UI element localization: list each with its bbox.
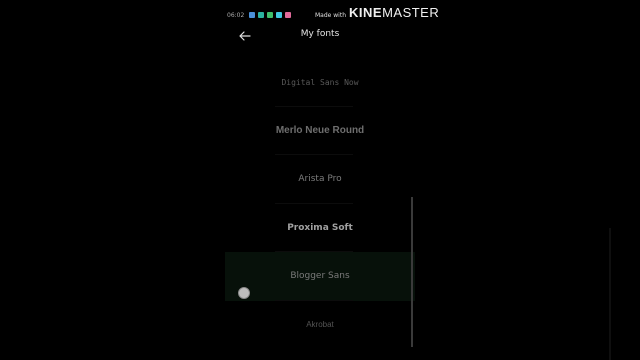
- notif-green-icon: [267, 12, 274, 18]
- notif-pink-icon: [285, 12, 292, 18]
- font-item-label: Akrobat: [306, 320, 334, 330]
- notif-blue-icon: [249, 12, 256, 18]
- notif-teal-icon: [258, 12, 265, 18]
- font-item-arista-pro[interactable]: Arista Pro: [225, 155, 415, 204]
- font-item-digital-sans-now[interactable]: Digital Sans Now: [225, 58, 415, 107]
- page-title: My fonts: [300, 29, 340, 39]
- font-item-label: Digital Sans Now: [281, 77, 359, 87]
- touch-indicator: [238, 287, 250, 299]
- font-item-merlo-neue-round[interactable]: Merlo Neue Round: [225, 107, 415, 155]
- watermark-prefix: Made with: [315, 12, 346, 19]
- watermark-brand-light: MASTER: [382, 5, 440, 20]
- font-item-label: Proxima Soft: [287, 222, 353, 233]
- font-item-label: Merlo Neue Round: [275, 125, 365, 137]
- status-bar: 06:02: [227, 8, 292, 22]
- phone-screen: 06:02 Made with KINEMASTER My fonts Digi…: [225, 0, 439, 360]
- font-list: Digital Sans Now Merlo Neue Round Arista…: [225, 58, 415, 349]
- watermark-brand-bold: KINE: [349, 5, 383, 20]
- notif-cyan-icon: [276, 12, 283, 18]
- font-item-blogger-sans[interactable]: Blogger Sans: [225, 252, 415, 301]
- list-scrollbar[interactable]: [411, 197, 413, 347]
- font-item-proxima-soft[interactable]: Proxima Soft: [225, 204, 415, 252]
- font-item-label: Blogger Sans: [290, 271, 350, 282]
- watermark-brand: KINEMASTER: [349, 5, 439, 20]
- status-time: 06:02: [227, 11, 245, 19]
- font-item-akrobat[interactable]: Akrobat: [225, 301, 415, 350]
- kinemaster-watermark: Made with KINEMASTER: [315, 5, 439, 20]
- background-edge-line: [609, 228, 611, 360]
- app-header: My fonts: [225, 26, 415, 46]
- font-item-label: Arista Pro: [298, 174, 342, 185]
